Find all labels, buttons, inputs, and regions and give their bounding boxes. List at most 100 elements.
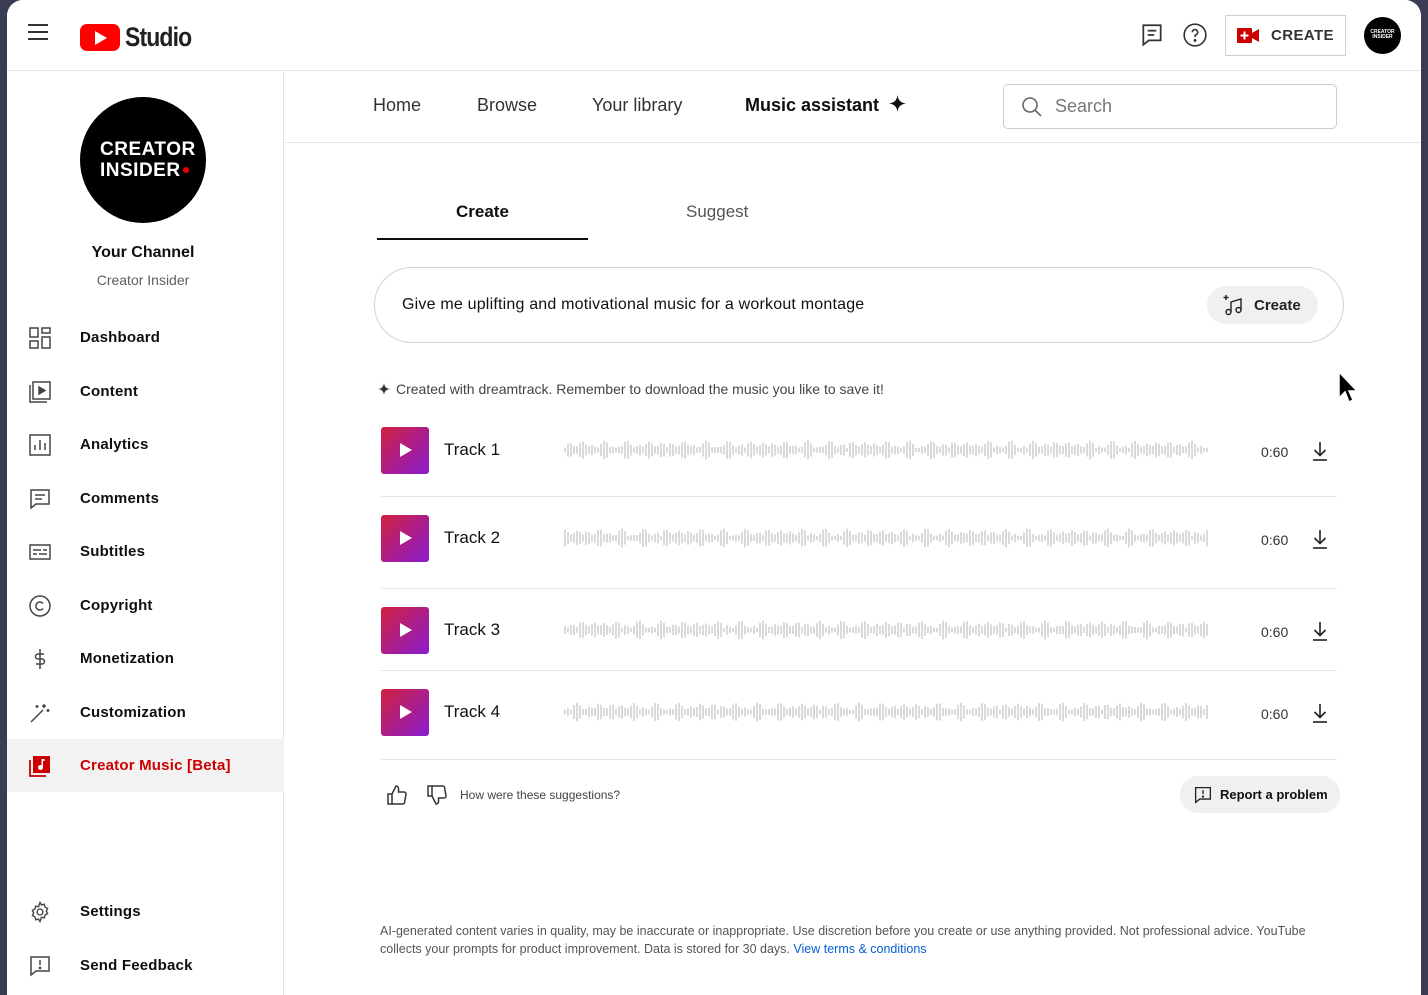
track-divider [381,588,1337,589]
sparkle-icon [378,383,390,395]
tab-music-assistant-label: Music assistant [745,95,880,115]
tab-your-library[interactable]: Your library [592,95,682,116]
hamburger-menu-icon[interactable] [28,24,52,46]
subtab-suggest[interactable]: Suggest [686,202,748,222]
account-avatar[interactable]: CREATOR INSIDER [1364,17,1401,54]
waveform[interactable] [564,526,1210,550]
terms-link[interactable]: View terms & conditions [793,942,926,956]
sidebar-item-subtitles[interactable]: Subtitles [7,525,284,578]
tab-browse[interactable]: Browse [477,95,537,116]
sidebar-item-creator-music[interactable]: Creator Music [Beta] [7,739,284,792]
prompt-create-button[interactable]: Create [1207,286,1318,324]
notice-text: Created with dreamtrack. Remember to dow… [396,381,884,397]
report-problem-label: Report a problem [1220,787,1328,802]
track-row: Track 2 0:60 [381,515,1337,575]
play-button[interactable] [381,689,429,736]
download-icon[interactable] [1311,528,1329,550]
track-row: Track 1 0:60 [381,427,1337,487]
feedback-icon [30,955,50,977]
sidebar-item-settings[interactable]: Settings [7,885,284,938]
sidebar-item-label: Monetization [80,650,175,667]
track-duration: 0:60 [1261,444,1289,460]
tab-home[interactable]: Home [373,95,421,116]
messages-icon[interactable] [1139,22,1165,48]
play-button[interactable] [381,515,429,562]
sidebar-item-label: Send Feedback [80,957,193,974]
search-input[interactable] [1055,96,1315,117]
download-icon[interactable] [1311,440,1329,462]
channel-name: Creator Insider [96,272,190,288]
track-duration: 0:60 [1261,532,1289,548]
play-button[interactable] [381,427,429,474]
channel-avatar-line2: INSIDER [100,160,181,181]
comments-icon [30,488,50,510]
dashboard-icon [29,326,51,349]
subtab-create[interactable]: Create [456,202,509,222]
sidebar-item-content[interactable]: Content [7,365,284,418]
download-icon[interactable] [1311,702,1329,724]
sidebar-item-monetization[interactable]: Monetization [7,632,284,685]
track-row: Track 4 0:60 [381,689,1337,749]
sidebar-item-send-feedback[interactable]: Send Feedback [7,939,284,992]
studio-logo[interactable]: Studio [80,22,203,53]
dollar-icon [34,648,46,669]
play-button[interactable] [381,607,429,654]
analytics-icon [29,433,51,456]
red-dot-icon [182,167,189,173]
sidebar-item-customization[interactable]: Customization [7,686,284,739]
track-name: Track 3 [444,620,501,639]
feedback-question: How were these suggestions? [460,788,621,802]
sidebar-item-label: Subtitles [80,543,146,560]
search-icon [1022,96,1042,117]
content-icon [29,380,51,403]
thumbs-up-icon[interactable] [386,784,408,806]
sidebar: CREATOR INSIDER Your Channel Creator Ins… [7,72,284,995]
prompt-box[interactable]: Give me uplifting and motivational music… [374,267,1344,343]
track-name: Track 4 [444,702,501,721]
mouse-cursor-icon [1338,371,1359,404]
sidebar-item-label: Settings [80,903,141,920]
your-channel-label: Your Channel [91,244,195,261]
gear-icon [31,900,49,923]
track-divider [381,759,1337,760]
main-content: Home Browse Your library Music assistant… [285,72,1421,995]
ai-disclaimer: AI-generated content varies in quality, … [380,922,1330,958]
youtube-logo-icon [80,24,120,51]
create-button[interactable]: CREATE [1225,15,1346,56]
sidebar-item-analytics[interactable]: Analytics [7,418,284,471]
dreamtrack-notice: Created with dreamtrack. Remember to dow… [378,381,884,397]
magic-wand-icon [30,703,50,723]
sidebar-item-label: Customization [80,704,186,721]
track-duration: 0:60 [1261,706,1289,722]
download-icon[interactable] [1311,620,1329,642]
waveform[interactable] [564,438,1210,462]
report-flag-icon [1194,786,1212,804]
thumbs-down-icon[interactable] [426,784,448,806]
waveform[interactable] [564,700,1210,724]
copyright-icon [29,594,51,617]
logo-text: Studio [125,22,192,52]
channel-avatar[interactable]: CREATOR INSIDER [80,97,206,223]
track-divider [381,670,1337,671]
prompt-text[interactable]: Give me uplifting and motivational music… [402,296,864,314]
track-row: Track 3 0:60 [381,607,1337,667]
sidebar-item-label: Analytics [80,436,149,453]
track-divider [381,496,1337,497]
account-avatar-text: CREATOR INSIDER [1370,29,1395,40]
sidebar-item-label: Content [80,383,139,400]
subtitles-icon [29,543,51,560]
video-camera-icon [1237,28,1259,43]
sidebar-item-comments[interactable]: Comments [7,472,284,525]
report-problem-button[interactable]: Report a problem [1180,776,1340,813]
sidebar-item-label: Copyright [80,597,153,614]
search-box[interactable] [1003,84,1337,129]
prompt-create-label: Create [1254,296,1301,314]
sparkle-icon [889,95,907,112]
sidebar-item-copyright[interactable]: Copyright [7,579,284,632]
waveform[interactable] [564,618,1210,642]
help-icon[interactable] [1182,22,1208,48]
tab-music-assistant[interactable]: Music assistant [745,95,907,116]
studio-window: Studio CREATE CREATOR INSIDER CREATOR IN… [7,0,1421,995]
create-button-label: CREATE [1271,27,1334,44]
sidebar-item-dashboard[interactable]: Dashboard [7,311,284,364]
